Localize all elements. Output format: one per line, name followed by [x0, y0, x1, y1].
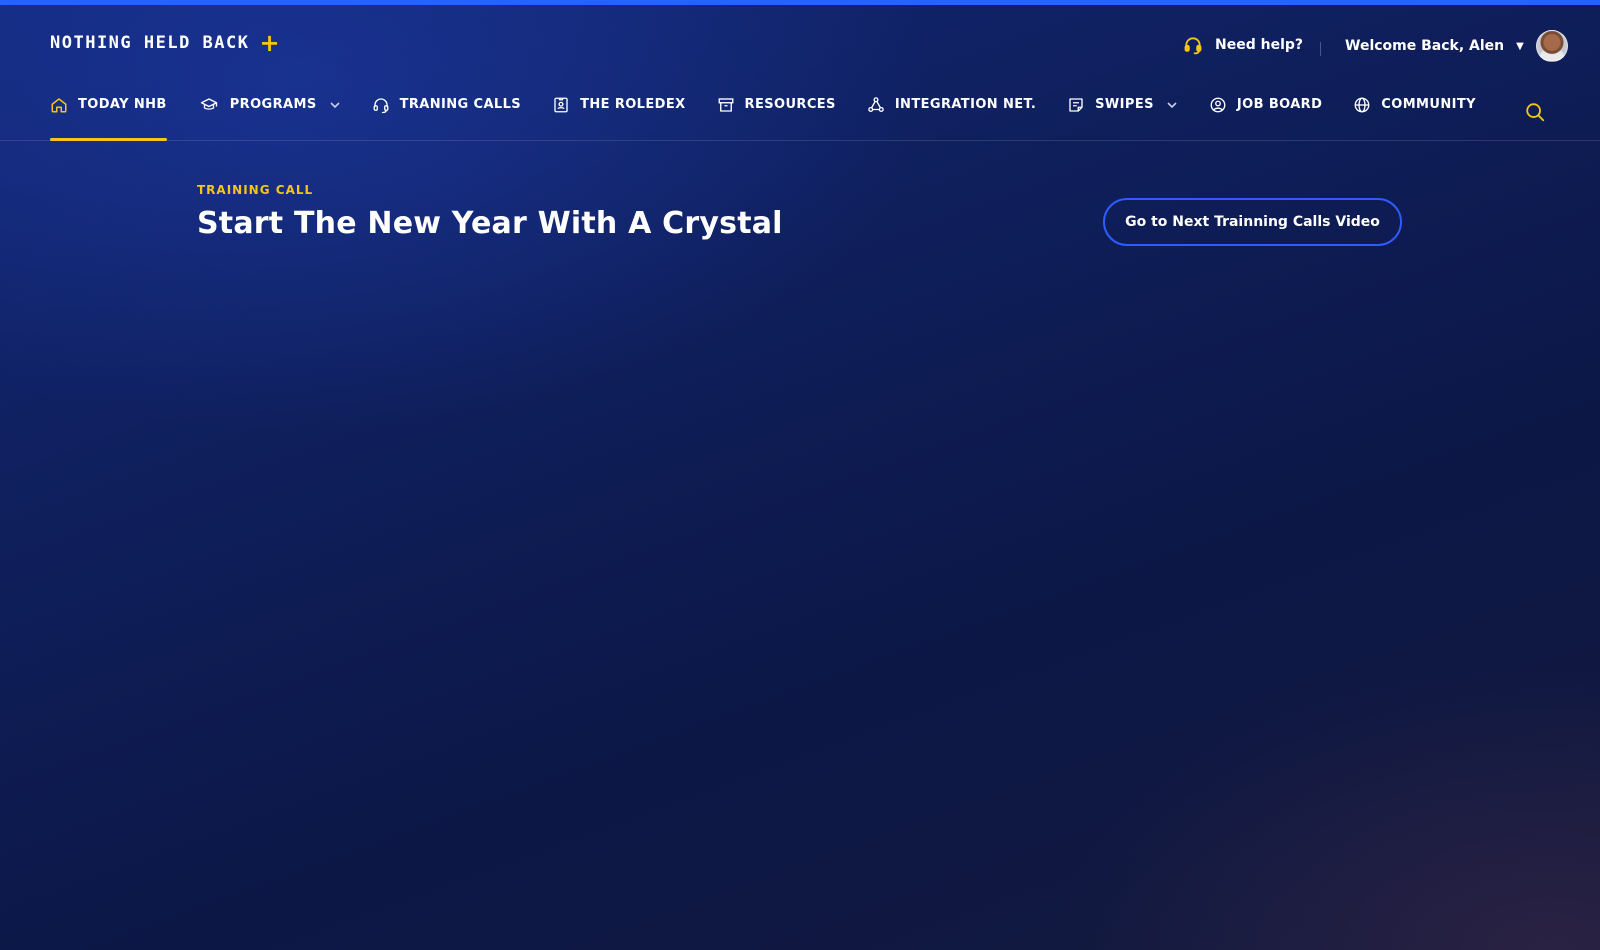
need-help-label: Need help?	[1215, 37, 1304, 53]
nav-item-label: TRANING CALLS	[399, 97, 522, 112]
site-header: NOTHING HELD BACK + Need help? Welcome B…	[0, 5, 1600, 141]
nav-item-label: COMMUNITY	[1381, 97, 1476, 112]
nav-item-today-nhb[interactable]: TODAY NHB	[50, 93, 167, 141]
chevron-down-icon	[330, 102, 340, 109]
headset-icon	[373, 98, 389, 114]
next-training-video-button[interactable]: Go to Next Trainning Calls Video	[1103, 198, 1402, 246]
note-icon	[1069, 98, 1083, 112]
nav-item-training-calls[interactable]: TRANING CALLS	[372, 93, 521, 141]
avatar[interactable]	[1535, 30, 1568, 62]
nav-item-the-roledex[interactable]: THE ROLEDEX	[552, 93, 685, 141]
user-menu[interactable]: Welcome Back, Alen ▼	[1345, 30, 1568, 62]
caret-down-icon: ▼	[1516, 40, 1524, 52]
brand-logo[interactable]: NOTHING HELD BACK +	[50, 29, 280, 57]
nav-item-label: PROGRAMS	[229, 97, 317, 112]
nav-item-label: SWIPES	[1095, 97, 1154, 112]
nav-item-label: RESOURCES	[744, 97, 836, 112]
hero-kicker: TRAINING CALL	[197, 183, 314, 197]
archive-box-icon	[718, 98, 733, 112]
nav-item-job-board[interactable]: JOB BOARD	[1209, 93, 1322, 141]
nav-item-programs[interactable]: PROGRAMS	[198, 93, 341, 141]
search-icon[interactable]	[1524, 101, 1546, 123]
globe-icon	[1354, 97, 1370, 113]
nav-item-resources[interactable]: RESOURCES	[717, 93, 836, 141]
graduation-cap-icon	[200, 98, 217, 110]
brand-name: NOTHING HELD BACK	[50, 33, 250, 53]
header-divider	[1320, 42, 1321, 56]
page-title: Start The New Year With A Crystal	[197, 206, 783, 241]
main-nav: TODAY NHB PROGRAMS TRANING CALLS THE ROL…	[50, 93, 1507, 141]
nav-item-label: JOB BOARD	[1236, 97, 1323, 112]
need-help-link[interactable]: Need help?	[1183, 35, 1303, 55]
nav-item-label: THE ROLEDEX	[580, 97, 686, 112]
nav-item-integration-net[interactable]: INTEGRATION NET.	[867, 93, 1036, 141]
welcome-text: Welcome Back, Alen	[1345, 38, 1505, 54]
nav-item-swipes[interactable]: SWIPES	[1067, 93, 1178, 141]
contact-card-icon	[554, 97, 568, 113]
nav-item-label: INTEGRATION NET.	[894, 97, 1037, 112]
headset-icon	[1184, 37, 1202, 55]
brand-plus-mark: +	[259, 29, 280, 57]
nav-item-label: TODAY NHB	[78, 97, 167, 112]
user-circle-icon	[1210, 97, 1226, 113]
chevron-down-icon	[1167, 102, 1177, 109]
nav-item-community[interactable]: COMMUNITY	[1353, 93, 1476, 141]
home-icon	[51, 98, 67, 113]
network-icon	[868, 97, 884, 113]
